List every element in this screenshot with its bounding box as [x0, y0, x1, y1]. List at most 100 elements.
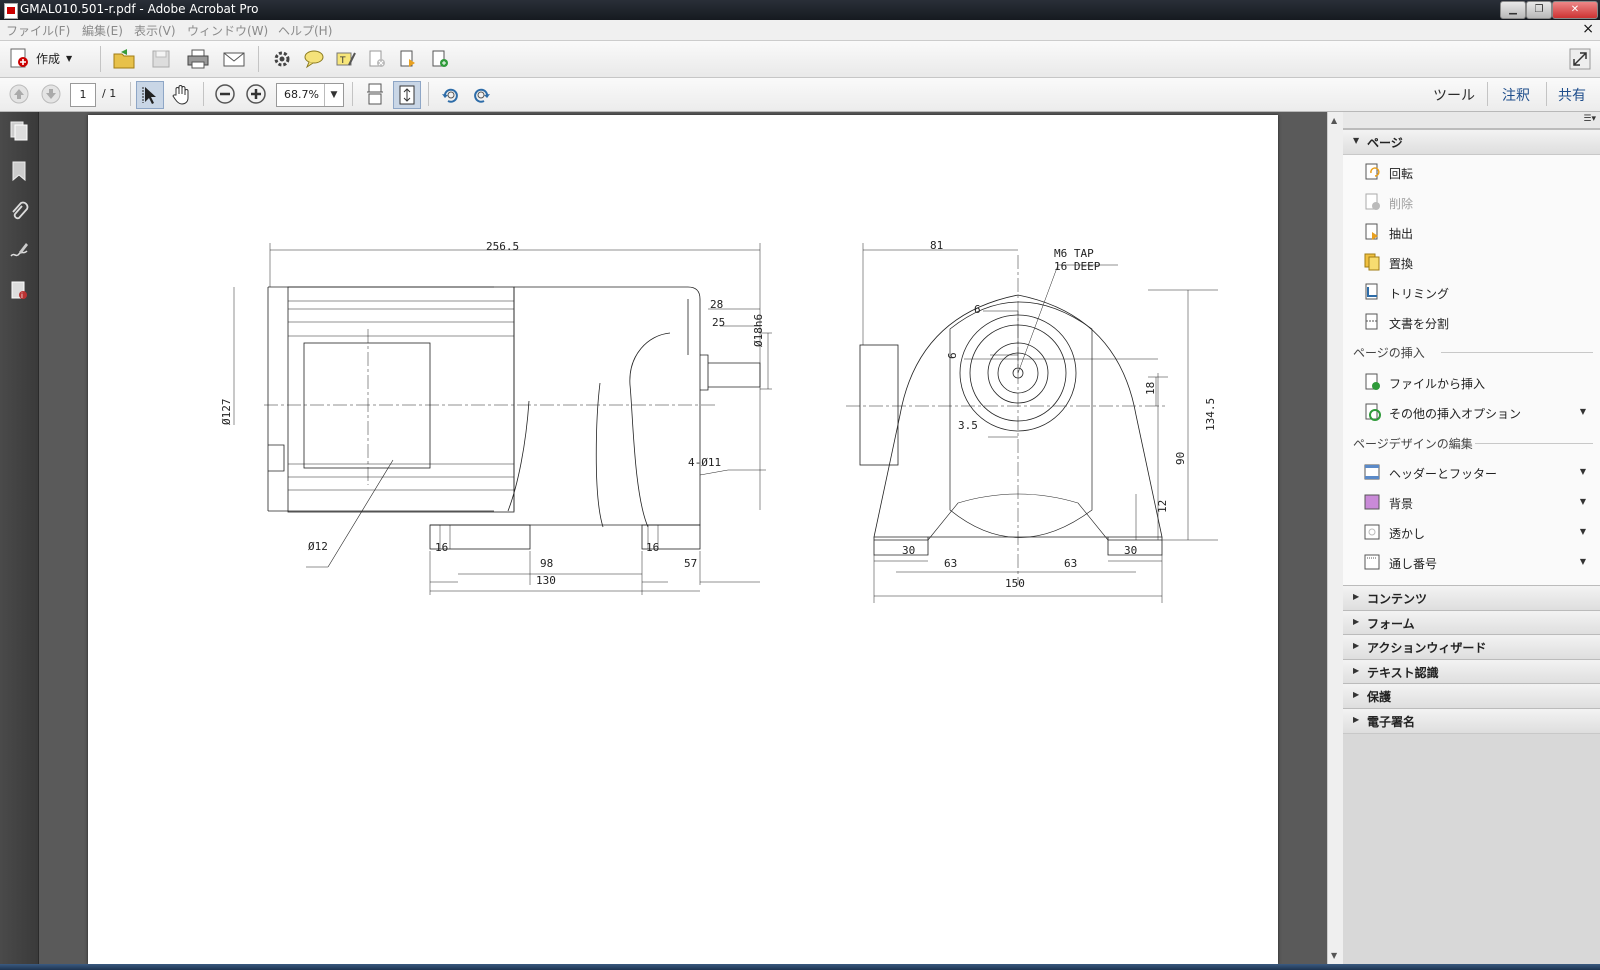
tool-header-footer[interactable]: ヘッダーとフッター ▼: [1343, 458, 1600, 486]
settings-button[interactable]: [269, 46, 295, 72]
minimize-button[interactable]: ▁: [1500, 1, 1526, 19]
tool-rotate[interactable]: 回転: [1343, 158, 1600, 186]
dim-label: 90: [1174, 452, 1187, 465]
tool-label: ヘッダーとフッター: [1389, 467, 1498, 481]
tab-share[interactable]: 共有: [1558, 85, 1586, 105]
dropdown-arrow-icon[interactable]: ▼: [1580, 407, 1586, 416]
rotate-left-icon: [442, 88, 458, 103]
scroll-up-icon[interactable]: ▲: [1331, 116, 1337, 125]
tool-label: 透かし: [1389, 527, 1426, 541]
insert-tool-button[interactable]: [427, 46, 453, 72]
tool-watermark[interactable]: 透かし ▼: [1343, 518, 1600, 546]
document-viewer[interactable]: 256.5 28 25 Ø18h6 Ø127 4-Ø11 Ø12 16 98 1…: [39, 112, 1327, 964]
tool-bates-numbering[interactable]: 通し番号 ▼: [1343, 548, 1600, 576]
cursor-arrow-icon: [142, 87, 156, 104]
zoom-select[interactable]: 68.7% ▼: [276, 83, 344, 107]
divider: [130, 82, 131, 106]
tool-split[interactable]: 文書を分割: [1343, 308, 1600, 336]
extract-tool-button[interactable]: [395, 46, 421, 72]
signatures-button[interactable]: [8, 240, 30, 262]
scrolling-pages-icon: [367, 83, 383, 105]
vertical-scrollbar[interactable]: ▲ ▼: [1327, 112, 1343, 964]
select-tool-button[interactable]: [136, 81, 164, 109]
menu-edit[interactable]: 編集(E): [82, 22, 123, 39]
section-header-forms[interactable]: ▶ フォーム: [1343, 610, 1600, 636]
tool-replace[interactable]: 置換: [1343, 248, 1600, 276]
open-button[interactable]: [111, 46, 137, 72]
security-button[interactable]: i: [8, 280, 30, 302]
insert-file-icon: [1365, 373, 1380, 390]
document-lock-icon: i: [11, 281, 27, 300]
gear-icon: [274, 51, 290, 67]
menu-window[interactable]: ウィンドウ(W): [187, 22, 268, 39]
tool-delete[interactable]: 削除: [1343, 188, 1600, 216]
section-header-protection[interactable]: ▶ 保護: [1343, 683, 1600, 709]
dropdown-arrow-icon[interactable]: ▼: [1580, 467, 1586, 476]
create-pdf-icon: [10, 48, 28, 68]
section-title: 保護: [1367, 690, 1392, 704]
section-header-sign[interactable]: ▶ 電子署名: [1343, 708, 1600, 734]
restore-button[interactable]: ❐: [1526, 1, 1552, 19]
section-title: 電子署名: [1367, 715, 1416, 729]
panel-menu-icon[interactable]: ☰▾: [1583, 114, 1596, 124]
section-header-content[interactable]: ▶ コンテンツ: [1343, 585, 1600, 611]
rotate-ccw-button[interactable]: [437, 81, 463, 107]
dropdown-arrow-icon[interactable]: ▼: [1580, 557, 1586, 566]
rotate-cw-button[interactable]: [469, 81, 495, 107]
attachments-button[interactable]: [8, 200, 30, 222]
dropdown-arrow-icon[interactable]: ▼: [1580, 497, 1586, 506]
dropdown-arrow-icon[interactable]: ▼: [1580, 527, 1586, 536]
pages-icon: [10, 121, 28, 141]
zoom-out-button[interactable]: [212, 81, 238, 107]
dim-label: 6: [946, 352, 959, 359]
section-header-pages[interactable]: ▼ ページ: [1343, 129, 1600, 155]
close-document-icon[interactable]: ×: [1582, 21, 1594, 37]
zoom-in-button[interactable]: [243, 81, 269, 107]
arrow-up-icon: [9, 84, 29, 104]
pages-section: ▼ ページ 回転 削除 抽出 置換 トリミング 文書を分割 ページの挿入 ファイ…: [1343, 129, 1600, 594]
fit-page-button[interactable]: [393, 81, 421, 109]
divider: [428, 82, 429, 106]
next-page-button[interactable]: [38, 81, 64, 107]
tool-insert-from-file[interactable]: ファイルから挿入: [1343, 368, 1600, 396]
scroll-down-icon[interactable]: ▼: [1331, 951, 1337, 960]
scroll-mode-button[interactable]: [362, 81, 388, 107]
divider: [203, 82, 204, 106]
section-header-text-recognition[interactable]: ▶ テキスト認識: [1343, 659, 1600, 685]
chevron-down-icon[interactable]: ▼: [324, 84, 343, 106]
expand-view-button[interactable]: [1567, 46, 1593, 72]
pdf-page: 256.5 28 25 Ø18h6 Ø127 4-Ø11 Ø12 16 98 1…: [88, 115, 1278, 964]
dim-label: 30: [1124, 544, 1137, 557]
comment-button[interactable]: [301, 46, 327, 72]
menu-help[interactable]: ヘルプ(H): [278, 22, 332, 39]
prev-page-button[interactable]: [6, 81, 32, 107]
section-header-action-wizard[interactable]: ▶ アクションウィザード: [1343, 634, 1600, 660]
taskbar: [0, 964, 1600, 970]
bookmarks-button[interactable]: [8, 160, 30, 182]
save-button[interactable]: [148, 46, 174, 72]
divider: [100, 46, 101, 72]
header-footer-icon: [1364, 464, 1380, 480]
delete-tool-button[interactable]: [364, 46, 390, 72]
tool-label: 背景: [1389, 497, 1414, 511]
tool-background[interactable]: 背景 ▼: [1343, 488, 1600, 516]
menu-bar: ファイル(F) 編集(E) 表示(V) ウィンドウ(W) ヘルプ(H) ×: [0, 20, 1600, 41]
tool-label: トリミング: [1389, 287, 1450, 301]
email-button[interactable]: [221, 46, 247, 72]
menu-view[interactable]: 表示(V): [134, 22, 176, 39]
create-button[interactable]: 作成 ▼: [8, 45, 72, 71]
tab-tools[interactable]: ツール: [1433, 85, 1475, 105]
highlight-button[interactable]: T: [333, 46, 359, 72]
tab-comment[interactable]: 注釈: [1502, 85, 1530, 105]
hand-tool-button[interactable]: [168, 81, 194, 107]
close-window-button[interactable]: ✕: [1552, 1, 1598, 19]
print-button[interactable]: [185, 46, 211, 72]
tool-crop[interactable]: トリミング: [1343, 278, 1600, 306]
page-number-input[interactable]: 1: [70, 83, 96, 107]
tool-extract[interactable]: 抽出: [1343, 218, 1600, 246]
svg-text:T: T: [339, 56, 346, 66]
tool-more-insert-options[interactable]: その他の挿入オプション ▼: [1343, 398, 1600, 426]
menu-file[interactable]: ファイル(F): [6, 22, 70, 39]
page-thumbnails-button[interactable]: [8, 120, 30, 142]
section-title: ページ: [1367, 136, 1403, 150]
